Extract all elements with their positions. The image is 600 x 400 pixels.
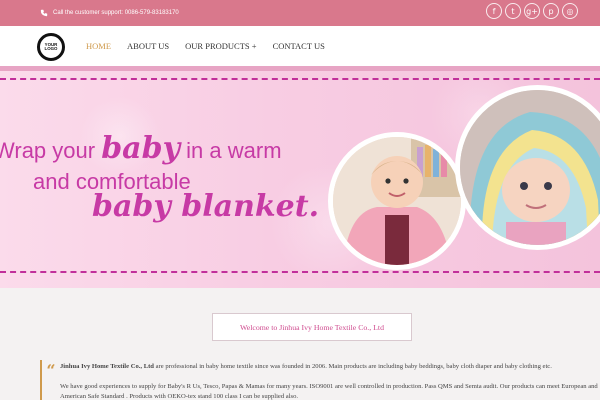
instagram-glyph: ◎ (566, 6, 574, 16)
pinterest-icon[interactable]: p (543, 3, 559, 19)
baby-girl-illustration (333, 137, 461, 265)
top-bar: Call the customer support: 0086-579-8318… (0, 0, 600, 26)
twitter-icon[interactable]: t (505, 3, 521, 19)
main-nav: HOME ABOUT US OUR PRODUCTS + CONTACT US (86, 41, 341, 51)
google-plus-glyph: g+ (526, 6, 538, 16)
intro-paragraph-1-text: are professional in baby home textile si… (153, 363, 552, 370)
hero-banner: Wrap your baby in a warm and comfortable… (0, 71, 600, 288)
quote-icon: “ (46, 361, 56, 380)
baby-photo-left (328, 132, 466, 270)
baby-blanket-illustration (460, 90, 600, 245)
dashed-border-bottom (0, 271, 600, 273)
intro-paragraph-2: We have good experiences to supply for B… (60, 383, 598, 400)
nav-home[interactable]: HOME (86, 41, 111, 51)
hero-line-1a: Wrap your (0, 138, 96, 163)
facebook-icon[interactable]: f (486, 3, 502, 19)
hero-line-3: baby blanket. (92, 189, 320, 224)
logo-text: YOUR LOGO (44, 41, 58, 51)
support-text: Call the customer support: 0086-579-8318… (53, 10, 179, 16)
hero-line-1c: in a warm (186, 138, 282, 163)
intro-paragraph-1: Jinhua Ivy Home Textile Co., Ltd are pro… (60, 362, 600, 372)
facebook-glyph: f (492, 6, 496, 16)
welcome-box: Welcome to Jinhua Ivy Home Textile Co., … (212, 313, 412, 341)
nav-our-products[interactable]: OUR PRODUCTS + (185, 41, 256, 51)
customer-support: Call the customer support: 0086-579-8318… (40, 7, 179, 19)
nav-about-us[interactable]: ABOUT US (127, 41, 169, 51)
logo[interactable]: YOUR LOGO (37, 33, 65, 61)
social-links: f t g+ p ◎ (486, 3, 578, 19)
company-name: Jinhua Ivy Home Textile Co., Ltd (60, 363, 154, 370)
dashed-border-top (0, 78, 600, 80)
intro-block: “ Jinhua Ivy Home Textile Co., Ltd are p… (40, 360, 600, 400)
nav-contact-us[interactable]: CONTACT US (273, 41, 325, 51)
instagram-icon[interactable]: ◎ (562, 3, 578, 19)
hero-line-1: Wrap your baby in a warm (0, 131, 282, 166)
phone-icon (40, 9, 48, 17)
site-header: YOUR LOGO HOME ABOUT US OUR PRODUCTS + C… (0, 26, 600, 66)
twitter-glyph: t (511, 6, 515, 16)
google-plus-icon[interactable]: g+ (524, 3, 540, 19)
hero-line-1b: baby (101, 131, 181, 166)
pinterest-glyph: p (548, 6, 554, 16)
